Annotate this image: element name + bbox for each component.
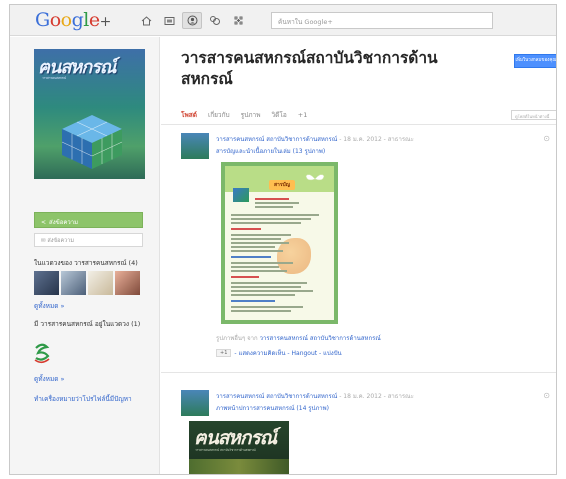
album-title-link[interactable]: ภาพหน้าปกวารสารคนสหกรณ์ (14 รูปภาพ) (216, 403, 329, 413)
share-icon: < (41, 219, 47, 226)
post-actions: +1 - แสดงความคิดเห็น - Hangout - แบ่งปัน (216, 348, 342, 358)
add-to-circles-button[interactable]: เพิ่มในวงกลมของคุณ (514, 54, 556, 68)
search-input[interactable]: ค้นหาใน Google+ (271, 12, 493, 29)
in-their-circles-label: มี วารสารคนสหกรณ์ อยู่ในแวดวง (1) (34, 320, 141, 328)
avatar[interactable] (61, 271, 86, 295)
post: วารสารคนสหกรณ์ สถาบันวิชาการด้านสหกรณ์ -… (161, 128, 556, 373)
tab-plus-ones[interactable]: +1 (298, 111, 308, 119)
post-author[interactable]: วารสารคนสหกรณ์ สถาบันวิชาการด้านสหกรณ์ -… (216, 134, 414, 144)
circle-member-logo[interactable] (32, 342, 52, 366)
post-author[interactable]: วารสารคนสหกรณ์ สถาบันวิชาการด้านสหกรณ์ -… (216, 391, 414, 401)
post: วารสารคนสหกรณ์ สถาบันวิชาการด้านสหกรณ์ -… (161, 385, 556, 474)
post-meta: - 18 ม.ค. 2012 - สาธารณะ (337, 136, 414, 143)
nav-icons (136, 12, 248, 29)
album-cover-photo[interactable]: ฅนสหกรณ์ วารสารคนสหกรณ์ สถาบันวิชาการด้า… (189, 421, 289, 474)
comment-hangout-share-links[interactable]: - แสดงความคิดเห็น - Hangout - แบ่งปัน (234, 348, 341, 358)
games-icon[interactable] (228, 12, 248, 29)
view-posts-as-input[interactable]: ดูโพสต์ในหน้าต่างนี้ (511, 110, 556, 120)
google-plus-logo[interactable]: Google+ (35, 9, 111, 31)
message-button[interactable]: ✉ ส่งข้อความ (34, 233, 143, 247)
profile-cover-image[interactable]: ฅนสหกรณ์ วารสารคนสหกรณ์ (34, 49, 145, 179)
post-avatar[interactable] (181, 133, 209, 159)
top-bar: Google+ ค้นหาใน Google+ (10, 5, 556, 36)
share-button[interactable]: < ส่งข้อความ (34, 212, 143, 228)
report-profile-link[interactable]: ทำเครื่องหมายว่าโปรไฟล์นี้มีปัญหา (34, 394, 132, 404)
tab-about[interactable]: เกี่ยวกับ (208, 110, 230, 120)
circle-avatars (34, 271, 140, 295)
home-icon[interactable] (136, 12, 156, 29)
browser-frame: Google+ ค้นหาใน Google+ ฅนสหกรณ์ วารสารค… (9, 4, 557, 475)
avatar[interactable] (115, 271, 140, 295)
post-menu-icon[interactable]: ⊙ (543, 391, 550, 400)
avatar[interactable] (88, 271, 113, 295)
see-all-circles-link[interactable]: ดูทั้งหมด » (34, 301, 65, 311)
left-column: ฅนสหกรณ์ วารสารคนสหกรณ์ < ส่งข้อความ ✉ ส่… (10, 37, 160, 474)
cube-icon (233, 188, 249, 202)
in-circles-label: ในแวดวงของ วารสารคนสหกรณ์ (4) (34, 259, 138, 267)
profile-tabs: โพสต์ เกี่ยวกับ รูปภาพ วิดีโอ +1 (161, 105, 556, 125)
butterfly-icon (305, 174, 325, 181)
cube-graphic (61, 115, 123, 169)
tab-videos[interactable]: วิดีโอ (272, 110, 287, 120)
more-photos-line: รูปภาพอื่นๆ จาก วารสารคนสหกรณ์ สถาบันวิช… (216, 335, 381, 342)
tab-photos[interactable]: รูปภาพ (241, 110, 261, 120)
album-preview-image[interactable]: สารบัญ (221, 162, 338, 324)
contents-heading: สารบัญ (269, 180, 295, 190)
post-meta: - 18 ม.ค. 2012 - สาธารณะ (337, 393, 414, 400)
cover-tagline: วารสารคนสหกรณ์ (42, 76, 67, 80)
main-column: วารสารคนสหกรณ์สถาบันวิชาการด้านสหกรณ์ เพ… (161, 37, 556, 474)
page-title: วารสารคนสหกรณ์สถาบันวิชาการด้านสหกรณ์ (181, 49, 438, 88)
circles-icon[interactable] (205, 12, 225, 29)
avatar[interactable] (34, 271, 59, 295)
post-menu-icon[interactable]: ⊙ (543, 134, 550, 143)
profile-icon[interactable] (182, 12, 202, 29)
album-title-link[interactable]: สารบัญและนำเนื้อภายในเล่ม (13 รูปภาพ) (216, 146, 325, 156)
leaf-graphic (189, 459, 289, 474)
photos-icon[interactable] (159, 12, 179, 29)
album-owner-link[interactable]: วารสารคนสหกรณ์ สถาบันวิชาการด้านสหกรณ์ (260, 335, 381, 342)
see-all-followers-link[interactable]: ดูทั้งหมด » (34, 374, 65, 384)
plus-one-button[interactable]: +1 (216, 349, 232, 357)
tab-posts[interactable]: โพสต์ (181, 110, 197, 120)
post-avatar[interactable] (181, 390, 209, 416)
photo-subtitle: วารสารคนสหกรณ์ สถาบันวิชาการด้านสหกรณ์ (195, 448, 256, 452)
